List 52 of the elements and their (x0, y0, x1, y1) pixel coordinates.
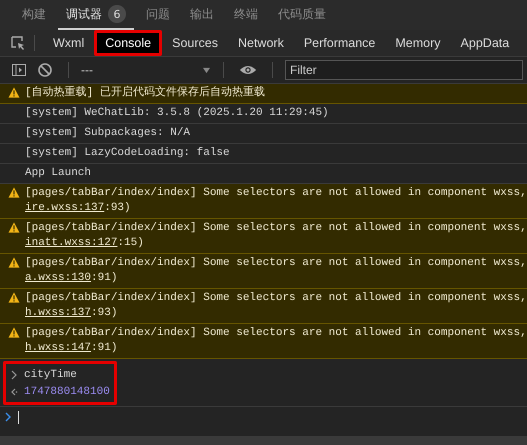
panel-tab[interactable]: 构建 (14, 0, 54, 30)
source-position: :91) (91, 272, 118, 284)
warning-icon (8, 187, 20, 198)
source-link[interactable]: h.wxss:147 (25, 342, 92, 354)
console-result: 1747880148100 (24, 386, 110, 398)
result-arrow-icon (10, 386, 18, 396)
inspect-icon[interactable] (10, 35, 26, 51)
warning-icon (8, 327, 20, 338)
source-position: :91) (91, 342, 118, 354)
console-message: [自动热重载] 已开启代码文件保存后自动热重载 (25, 86, 265, 101)
input-expression: cityTime (24, 368, 77, 380)
source-link[interactable]: a.wxss:130 (25, 272, 92, 284)
panel-tab[interactable]: 终端 (226, 0, 266, 30)
console-message: [system] LazyCodeLoading: false (25, 146, 230, 161)
source-position: :15) (117, 237, 144, 249)
console-message: App Launch (25, 166, 92, 181)
devtools-tab[interactable]: Performance (294, 30, 386, 56)
count-badge: 6 (108, 5, 126, 23)
prompt-chevron-icon (4, 412, 12, 422)
console-message: [pages/tabBar/index/index] Some selectors are not allowed in component wxss, (25, 256, 527, 271)
devtools-tab[interactable]: Wxml (43, 30, 94, 56)
source-position: :93) (91, 307, 118, 319)
clear-icon[interactable] (37, 62, 53, 78)
source-link[interactable]: h.wxss:137 (25, 307, 92, 319)
devtools-tab[interactable]: Console (94, 30, 162, 56)
console-message: [pages/tabBar/index/index] Some selectors are not allowed in component wxss, (25, 326, 527, 341)
console-message: [pages/tabBar/index/index] Some selectors are not allowed in component wxss, (25, 221, 527, 236)
eye-icon[interactable] (239, 64, 257, 76)
caret-icon (202, 66, 211, 74)
context-select[interactable]: --- (81, 63, 211, 77)
filter-field[interactable]: Filter (285, 60, 523, 80)
console-message: [system] Subpackages: N/A (25, 126, 190, 141)
devtools-tab[interactable]: AppData (450, 30, 520, 56)
chevron-right-icon (10, 370, 18, 380)
warning-icon (8, 292, 20, 303)
devtools-tab[interactable]: Network (228, 30, 294, 56)
panel-tab[interactable]: 输出 (182, 0, 222, 30)
warning-icon (8, 257, 20, 268)
source-link[interactable]: ire.wxss:137 (25, 202, 104, 214)
console-message: [pages/tabBar/index/index] Some selectors are not allowed in component wxss, (25, 291, 527, 306)
source-position: :93) (104, 202, 131, 214)
console-message: [system] WeChatLib: 3.5.8 (2025.1.20 11:29:45) (25, 106, 329, 121)
panel-tab[interactable]: 问题 (138, 0, 178, 30)
panel-tab[interactable]: 代码质量 (270, 0, 334, 30)
console-message: [pages/tabBar/index/index] Some selectors are not allowed in component wxss, (25, 186, 527, 201)
source-link[interactable]: inatt.wxss:127 (25, 237, 118, 249)
devtools-tab[interactable]: Sources (162, 30, 228, 56)
sidebar-toggle-icon[interactable] (11, 62, 27, 78)
console-prompt-field[interactable] (0, 406, 527, 427)
warning-icon (8, 222, 20, 233)
warning-icon (8, 87, 20, 98)
devtools-tab[interactable]: Memory (385, 30, 451, 56)
